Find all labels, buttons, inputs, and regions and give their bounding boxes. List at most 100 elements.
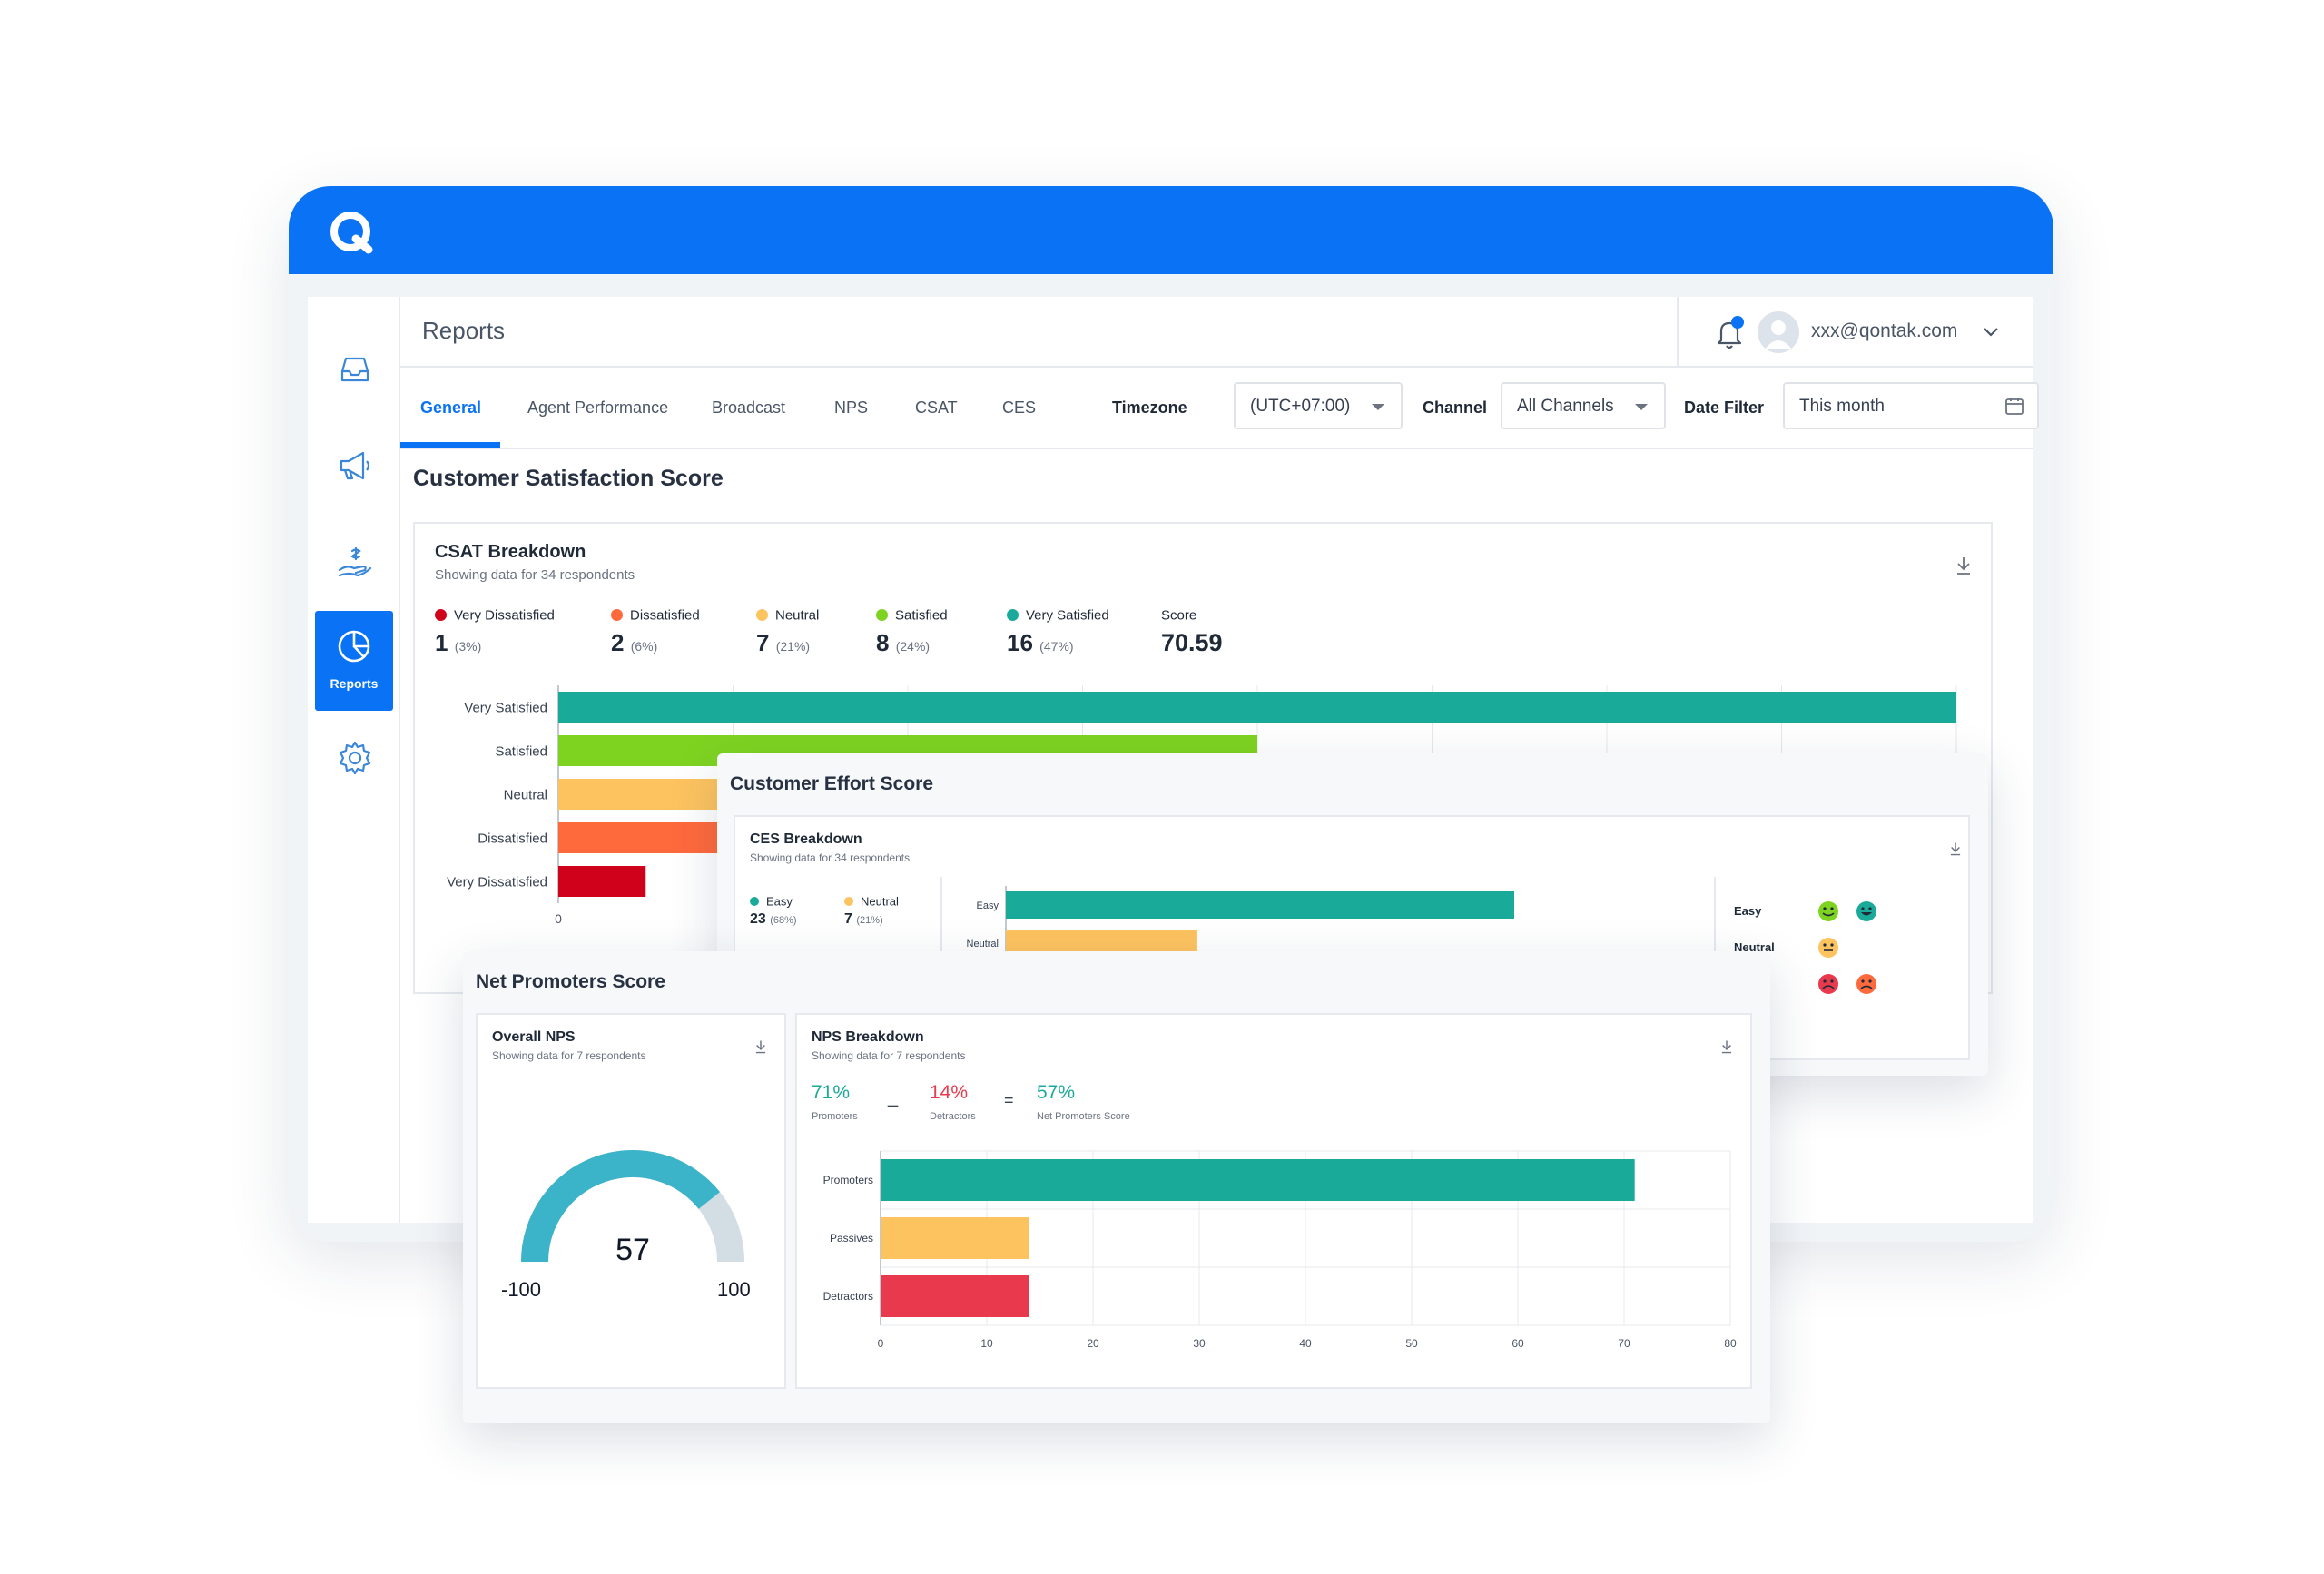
bar-easy bbox=[1006, 891, 1514, 919]
x-tick-label: 80 bbox=[1724, 1337, 1737, 1350]
date-filter-label: Date Filter bbox=[1684, 398, 1765, 417]
ces-emoji-label-easy: Easy bbox=[1734, 904, 1762, 918]
card-title: CES Breakdown bbox=[750, 831, 862, 847]
legend-count: 23 bbox=[750, 911, 766, 927]
card-subtitle: Showing data for 7 respondents bbox=[492, 1049, 646, 1062]
gauge-value: 57 bbox=[615, 1233, 650, 1267]
sidebar: Reports bbox=[308, 297, 400, 1223]
tab-csat[interactable]: CSAT bbox=[915, 398, 958, 418]
x-tick-label: 70 bbox=[1618, 1337, 1630, 1350]
chevron-down-icon[interactable] bbox=[1980, 320, 2002, 342]
legend-very-satisfied: Very Satisfied 16 (47%) bbox=[1007, 607, 1109, 656]
legend-label: Satisfied bbox=[895, 607, 948, 624]
top-bar bbox=[289, 186, 2053, 274]
legend-pct: (3%) bbox=[454, 639, 482, 654]
card-title: Overall NPS bbox=[492, 1029, 576, 1045]
legend-count: 1 bbox=[435, 629, 448, 656]
x-tick-label: 40 bbox=[1299, 1337, 1312, 1350]
very-happy-face-icon bbox=[1856, 901, 1876, 921]
legend-pct: (6%) bbox=[630, 639, 658, 654]
qontak-logo-icon bbox=[330, 212, 373, 254]
legend-very-dissatisfied: Very Dissatisfied 1 (3%) bbox=[435, 607, 555, 656]
minus-sign: _ bbox=[888, 1087, 899, 1107]
category-label: Very Satisfied bbox=[464, 700, 547, 715]
timezone-select[interactable]: (UTC+07:00) bbox=[1234, 382, 1403, 429]
nps-score-pct: 57% bbox=[1037, 1082, 1076, 1103]
bar-very-dissatisfied bbox=[558, 866, 646, 897]
nps-score-label: Net Promoters Score bbox=[1037, 1111, 1130, 1122]
nps-section-title: Net Promoters Score bbox=[476, 971, 665, 992]
score-label: Score bbox=[1161, 607, 1197, 624]
legend-label: Very Dissatisfied bbox=[454, 607, 555, 624]
download-icon[interactable] bbox=[753, 1038, 768, 1055]
category-label: Neutral bbox=[504, 787, 547, 802]
category-label: Dissatisfied bbox=[478, 831, 547, 846]
legend-dot bbox=[756, 609, 768, 622]
x-tick-label: 50 bbox=[1405, 1337, 1418, 1350]
inbox-icon bbox=[340, 357, 369, 382]
date-filter-input[interactable]: This month bbox=[1783, 382, 2039, 429]
caret-down-icon bbox=[1635, 404, 1648, 410]
ces-section-title: Customer Effort Score bbox=[730, 773, 934, 794]
sidebar-item-inbox[interactable] bbox=[330, 344, 380, 395]
sidebar-item-broadcast[interactable] bbox=[330, 440, 380, 491]
equals-sign: = bbox=[1004, 1091, 1014, 1109]
angry-face-icon bbox=[1818, 974, 1838, 994]
x-tick-label: 60 bbox=[1512, 1337, 1524, 1350]
x-tick-label: 10 bbox=[980, 1337, 993, 1350]
user-icon bbox=[1765, 320, 1792, 349]
date-filter-value: This month bbox=[1799, 397, 1885, 416]
sidebar-item-label: Reports bbox=[330, 676, 379, 691]
legend-easy: Easy 23 (68%) bbox=[750, 893, 797, 927]
legend-dot bbox=[1007, 609, 1019, 622]
legend-dot bbox=[611, 609, 623, 622]
category-label: Detractors bbox=[823, 1290, 873, 1303]
channel-value: All Channels bbox=[1517, 397, 1614, 416]
category-label: Promoters bbox=[823, 1174, 873, 1186]
card-subtitle: Showing data for 7 respondents bbox=[812, 1049, 966, 1062]
download-icon[interactable] bbox=[1948, 841, 1963, 857]
neutral-face-icon bbox=[1818, 938, 1838, 958]
sad-face-icon bbox=[1856, 974, 1876, 994]
legend-count: 7 bbox=[844, 911, 852, 927]
channel-select[interactable]: All Channels bbox=[1501, 382, 1666, 429]
legend-dot bbox=[876, 609, 888, 622]
tab-agent-performance[interactable]: Agent Performance bbox=[527, 398, 668, 418]
legend-label: Very Satisfied bbox=[1026, 607, 1109, 624]
tab-general[interactable]: General bbox=[420, 398, 481, 418]
legend-label: Neutral bbox=[861, 894, 899, 909]
bar-dissatisfied bbox=[558, 822, 734, 853]
category-label: Passives bbox=[830, 1232, 873, 1244]
bar-detractors bbox=[881, 1275, 1029, 1317]
tab-nps[interactable]: NPS bbox=[834, 398, 868, 418]
avatar[interactable] bbox=[1758, 311, 1799, 353]
tab-ces[interactable]: CES bbox=[1002, 398, 1036, 418]
category-label: Neutral bbox=[967, 939, 999, 949]
sidebar-item-payments[interactable] bbox=[330, 536, 380, 587]
legend-neutral: Neutral 7 (21%) bbox=[844, 893, 899, 927]
overall-nps-card: Overall NPS Showing data for 7 responden… bbox=[476, 1013, 786, 1389]
legend-count: 16 bbox=[1007, 629, 1033, 656]
tab-broadcast[interactable]: Broadcast bbox=[712, 398, 785, 418]
legend-dissatisfied: Dissatisfied 2 (6%) bbox=[611, 607, 700, 656]
legend-count: 7 bbox=[756, 629, 770, 656]
legend-count: 2 bbox=[611, 629, 625, 656]
download-icon[interactable] bbox=[1719, 1038, 1734, 1055]
notification-bell-icon[interactable] bbox=[1714, 315, 1747, 351]
legend-pct: (47%) bbox=[1039, 639, 1074, 654]
detractors-label: Detractors bbox=[930, 1111, 976, 1122]
calendar-icon[interactable] bbox=[2004, 396, 2024, 416]
sidebar-item-settings[interactable] bbox=[330, 733, 380, 783]
legend-label: Neutral bbox=[775, 607, 820, 624]
sidebar-item-reports[interactable]: Reports bbox=[315, 611, 393, 711]
user-email[interactable]: xxx@qontak.com bbox=[1811, 320, 1957, 342]
download-icon[interactable] bbox=[1954, 555, 1974, 576]
bar-very-satisfied bbox=[558, 692, 1956, 723]
header-divider bbox=[1677, 297, 1679, 368]
x-tick-label: 0 bbox=[878, 1337, 884, 1350]
csat-score: Score 70.59 bbox=[1161, 607, 1223, 656]
legend-count: 8 bbox=[876, 629, 890, 656]
gauge-min-label: -100 bbox=[501, 1278, 542, 1301]
nps-bar-chart: Promoters Passives Detractors 0 10 20 30 40 50 60… bbox=[823, 1150, 1737, 1350]
legend-pct: (21%) bbox=[775, 639, 811, 654]
